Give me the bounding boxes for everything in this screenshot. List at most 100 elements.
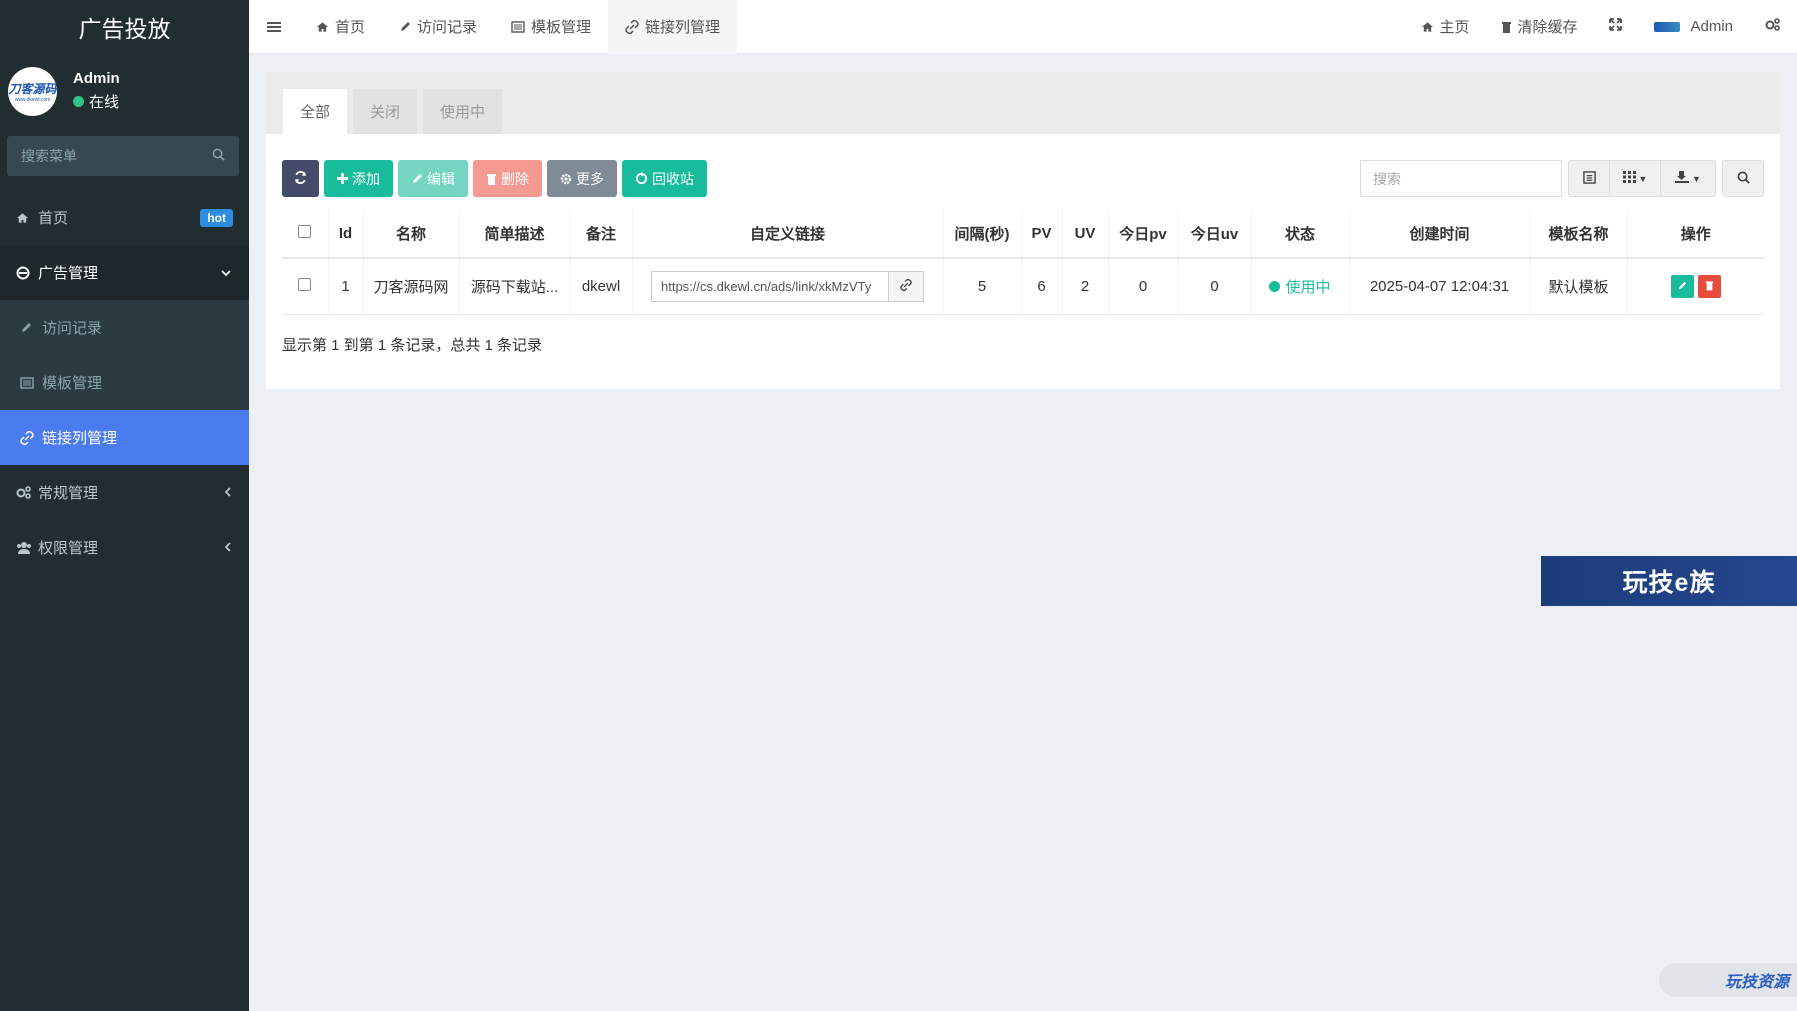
- sidebar-search-input[interactable]: [21, 148, 201, 164]
- chain-icon: [20, 430, 42, 445]
- tab-in-use[interactable]: 使用中: [423, 89, 503, 134]
- col-desc[interactable]: 简单描述: [459, 209, 571, 259]
- caret-down-icon: ▼: [1692, 173, 1701, 184]
- add-button-label: 添加: [352, 170, 380, 187]
- sidebar-menu: 首页 hot 广告管理 访问记录 模板管理 链接列管理 常规管理 权限管理: [0, 190, 249, 575]
- refresh-button[interactable]: [282, 160, 319, 197]
- home-link-label: 主页: [1439, 19, 1470, 36]
- sidebar-item-link-management[interactable]: 链接列管理: [0, 410, 249, 465]
- sidebar: 广告投放 刀客源码 www.dkewl.com Admin 在线 首页 hot: [0, 0, 249, 1011]
- tab-template-management[interactable]: 模板管理: [494, 0, 608, 54]
- clear-cache-label: 清除缓存: [1517, 19, 1578, 36]
- open-link-button[interactable]: [889, 270, 924, 302]
- clear-cache-button[interactable]: 清除缓存: [1485, 0, 1593, 54]
- col-today-pv[interactable]: 今日pv: [1108, 209, 1179, 259]
- search-button[interactable]: [1722, 160, 1764, 197]
- list-alt-icon: [1582, 170, 1596, 187]
- row-edit-button[interactable]: [1670, 274, 1694, 298]
- col-template[interactable]: 模板名称: [1530, 209, 1628, 259]
- cell-name: 刀客源码网: [363, 258, 460, 315]
- sidebar-item-visit-log[interactable]: 访问记录: [0, 300, 249, 355]
- cell-remark: dkewl: [570, 258, 633, 315]
- link-input-group: [651, 270, 924, 302]
- settings-button[interactable]: [1749, 0, 1797, 54]
- col-created[interactable]: 创建时间: [1349, 209, 1531, 259]
- pencil-icon: [1677, 278, 1687, 295]
- select-all-checkbox[interactable]: [298, 224, 312, 238]
- cogs-icon: [1765, 18, 1781, 35]
- row-delete-button[interactable]: [1697, 274, 1721, 298]
- refresh-icon: [294, 170, 307, 187]
- table-search-input[interactable]: [1360, 160, 1562, 197]
- custom-link-input[interactable]: [651, 270, 889, 302]
- tab-closed[interactable]: 关闭: [353, 89, 418, 134]
- users-icon: [16, 541, 38, 554]
- sidebar-item-label: 模板管理: [42, 375, 103, 392]
- table-header-row: Id 名称 简单描述 备注 自定义链接 间隔(秒) PV UV 今日pv 今日u…: [282, 209, 1764, 259]
- col-id[interactable]: Id: [328, 209, 364, 259]
- ie-icon: [16, 266, 38, 280]
- chain-icon: [900, 278, 912, 295]
- sidebar-item-label: 常规管理: [38, 485, 99, 502]
- col-interval[interactable]: 间隔(秒): [943, 209, 1022, 259]
- fullscreen-button[interactable]: [1593, 0, 1638, 54]
- list-alt-icon: [20, 376, 42, 389]
- search-icon[interactable]: [212, 148, 225, 165]
- export-dropdown-button[interactable]: ▼: [1661, 160, 1716, 197]
- pencil-icon: [20, 322, 42, 334]
- col-pv[interactable]: PV: [1021, 209, 1063, 259]
- search-icon: [1737, 171, 1750, 187]
- app-title[interactable]: 广告投放: [0, 0, 249, 54]
- status-badge[interactable]: 使用中: [1269, 276, 1331, 297]
- tab-home[interactable]: 首页: [299, 0, 382, 54]
- col-name[interactable]: 名称: [363, 209, 460, 259]
- trash-icon: [486, 173, 497, 185]
- download-icon: [1675, 171, 1690, 186]
- sidebar-item-template-management[interactable]: 模板管理: [0, 355, 249, 410]
- corner-watermark: 玩技资源: [1659, 963, 1797, 997]
- tab-all[interactable]: 全部: [283, 89, 348, 134]
- plus-icon: [337, 173, 348, 184]
- user-menu[interactable]: Admin: [1638, 0, 1749, 54]
- table-row: 1 刀客源码网 源码下载站... dkewl 5 6 2 0 0: [282, 258, 1764, 315]
- sidebar-item-general[interactable]: 常规管理: [0, 465, 249, 520]
- sidebar-item-label: 广告管理: [38, 265, 99, 282]
- sidebar-item-home[interactable]: 首页 hot: [0, 190, 249, 245]
- user-status-text: 在线: [89, 94, 120, 111]
- col-uv[interactable]: UV: [1062, 209, 1109, 259]
- cell-today-uv: 0: [1178, 258, 1252, 315]
- col-custom-link[interactable]: 自定义链接: [632, 209, 944, 259]
- sidebar-item-label: 访问记录: [42, 320, 103, 337]
- home-link[interactable]: 主页: [1405, 0, 1485, 54]
- chain-icon: [625, 19, 639, 34]
- tab-label: 首页: [335, 19, 366, 36]
- status-dot-icon: [1269, 280, 1281, 292]
- user-menu-label: Admin: [1690, 18, 1733, 35]
- trash-icon: [1705, 278, 1714, 295]
- more-button[interactable]: 更多: [547, 160, 617, 197]
- sidebar-item-permissions[interactable]: 权限管理: [0, 520, 249, 575]
- cell-uv: 2: [1062, 258, 1109, 315]
- delete-button[interactable]: 删除: [473, 160, 542, 197]
- cell-created: 2025-04-07 12:04:31: [1349, 258, 1531, 315]
- cell-id: 1: [328, 258, 364, 315]
- col-remark[interactable]: 备注: [570, 209, 633, 259]
- col-today-uv[interactable]: 今日uv: [1178, 209, 1252, 259]
- menu-toggle-button[interactable]: [249, 0, 299, 54]
- cell-custom-link: [632, 258, 944, 315]
- tab-visit-log[interactable]: 访问记录: [382, 0, 494, 54]
- edit-button[interactable]: 编辑: [398, 160, 468, 197]
- add-button[interactable]: 添加: [324, 160, 393, 197]
- ad-management-submenu: 访问记录 模板管理 链接列管理: [0, 300, 249, 465]
- avatar-logo-text: 刀客源码: [8, 81, 57, 96]
- cell-pv: 6: [1021, 258, 1063, 315]
- col-status[interactable]: 状态: [1251, 209, 1350, 259]
- tab-link-management[interactable]: 链接列管理: [608, 0, 738, 54]
- toggle-card-view-button[interactable]: [1568, 160, 1610, 197]
- row-checkbox[interactable]: [298, 277, 312, 291]
- user-panel: 刀客源码 www.dkewl.com Admin 在线: [0, 54, 249, 128]
- recycle-bin-button[interactable]: 回收站: [622, 160, 707, 197]
- columns-dropdown-button[interactable]: ▼: [1610, 160, 1661, 197]
- caret-down-icon: ▼: [1638, 173, 1648, 184]
- sidebar-item-ad-management[interactable]: 广告管理: [0, 245, 249, 300]
